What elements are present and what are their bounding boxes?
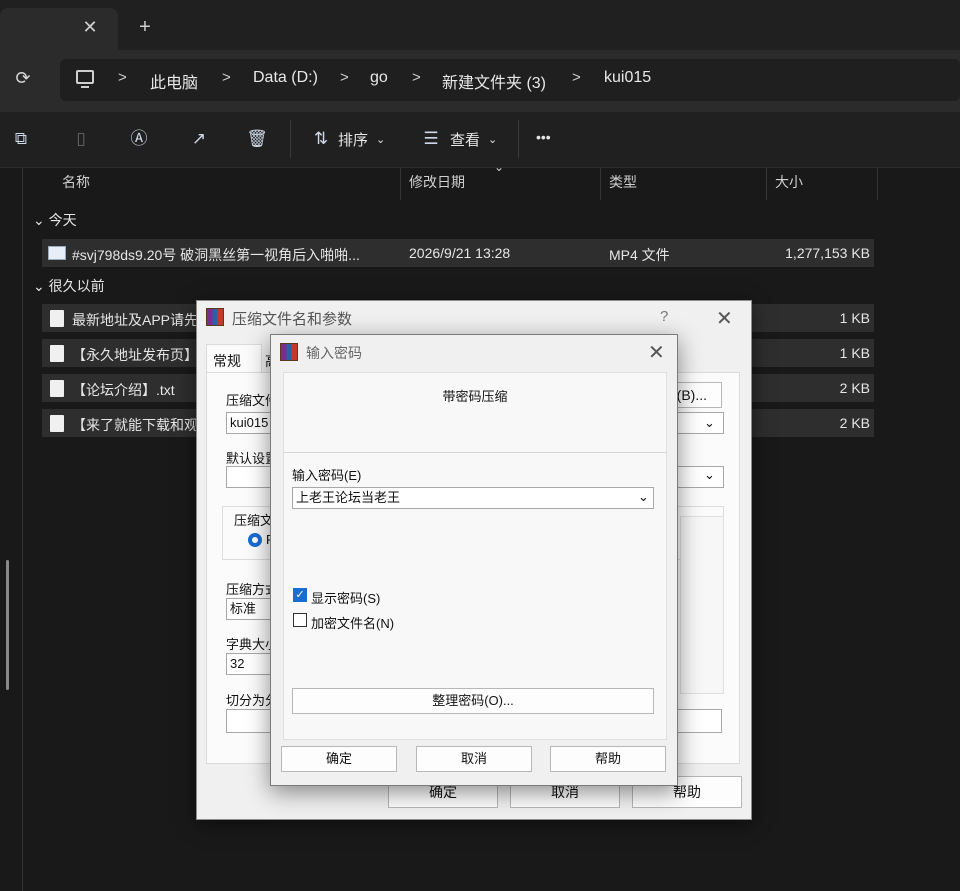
column-header-type[interactable]: 类型 (609, 172, 637, 198)
compression-method-label: 压缩方式 (226, 582, 270, 597)
breadcrumb-go[interactable]: go (370, 69, 388, 91)
show-password-label[interactable]: 显示密码(S) (311, 588, 380, 607)
column-divider[interactable] (877, 168, 878, 200)
file-size: 1 KB (839, 345, 870, 361)
breadcrumb-chevron-icon[interactable]: > (340, 69, 349, 91)
breadcrumb-chevron-icon[interactable]: > (118, 69, 127, 91)
view-chevron-down-icon[interactable]: ⌄ (488, 133, 497, 146)
archive-name-label: 压缩文件 (226, 393, 270, 408)
password-ok-button[interactable]: 确定 (281, 746, 397, 772)
text-file-icon (50, 345, 64, 362)
password-panel (283, 372, 667, 740)
view-button-label[interactable]: 查看 (450, 129, 480, 150)
password-heading: 带密码压缩 (442, 389, 508, 404)
options-group (680, 516, 724, 694)
group-header-long-ago[interactable]: ⌄ 很久以前 (33, 276, 105, 296)
file-name: 【论坛介绍】.txt (72, 382, 175, 398)
file-size: 1,277,153 KB (785, 245, 870, 261)
file-name: #svj798ds9.20号 破洞黑丝第一视角后入啪啪... (72, 247, 360, 263)
rar-format-radio[interactable] (248, 533, 262, 547)
default-settings-label: 默认设置 (226, 451, 270, 466)
file-size: 2 KB (839, 415, 870, 431)
show-password-checkbox[interactable]: ✓ (293, 588, 307, 602)
file-name: 【永久地址发布页】 (72, 347, 196, 363)
file-date: 2026/9/21 13:28 (409, 245, 511, 261)
view-icon[interactable]: ☰ (420, 128, 442, 150)
close-icon[interactable]: ✕ (648, 340, 665, 365)
breadcrumb-chevron-icon[interactable]: > (572, 69, 581, 91)
breadcrumb-chevron-icon[interactable]: > (412, 69, 421, 91)
file-type: MP4 文件 (609, 247, 670, 263)
delete-icon[interactable]: 🗑 (246, 128, 268, 150)
encrypt-filenames-label[interactable]: 加密文件名(N) (311, 613, 394, 632)
sort-button-label[interactable]: 排序 (338, 129, 368, 150)
password-cancel-button[interactable]: 取消 (416, 746, 532, 772)
breadcrumb-chevron-icon[interactable]: > (222, 69, 231, 91)
new-tab-icon[interactable]: + (134, 16, 156, 42)
organize-passwords-button[interactable]: 整理密码(O)... (292, 688, 654, 714)
column-divider[interactable] (766, 168, 767, 200)
scrollbar-thumb[interactable] (6, 560, 9, 690)
column-header-modified[interactable]: 修改日期 (409, 172, 465, 198)
password-input[interactable]: 上老王论坛当老王 (292, 487, 654, 509)
more-options-icon[interactable]: ••• (536, 129, 551, 145)
sort-indicator-icon: ⌄ (494, 160, 505, 174)
copy-icon[interactable]: ⧉ (10, 128, 32, 150)
group-label: 很久以前 (48, 278, 105, 294)
chevron-down-icon: ⌄ (33, 212, 45, 228)
column-divider[interactable] (600, 168, 601, 200)
group-header-today[interactable]: ⌄ 今天 (33, 210, 77, 230)
file-size: 1 KB (839, 310, 870, 326)
breadcrumb-drive[interactable]: Data (D:) (253, 69, 318, 91)
computer-icon-stand (81, 86, 89, 88)
password-label: 输入密码(E) (292, 468, 362, 483)
chevron-down-icon: ⌄ (33, 278, 45, 294)
dropdown-arrow-icon[interactable]: ⌄ (638, 489, 649, 505)
sort-icon[interactable]: ⇅ (310, 128, 332, 150)
column-header-size[interactable]: 大小 (775, 172, 803, 198)
text-file-icon (50, 415, 64, 432)
divider (283, 452, 667, 453)
share-icon[interactable]: ↗ (188, 128, 210, 150)
split-volume-label: 切分为分 (226, 693, 270, 708)
pane-divider (22, 168, 23, 891)
dictionary-size-label: 字典大小 (226, 637, 270, 652)
paste-icon[interactable]: ▯ (70, 128, 92, 150)
winrar-icon (280, 343, 298, 361)
winrar-icon (206, 308, 224, 326)
dropdown-arrow-icon[interactable]: ⌄ (704, 467, 715, 483)
split-unit-select[interactable] (676, 709, 722, 733)
breadcrumb-kui015[interactable]: kui015 (604, 69, 651, 91)
close-tab-icon[interactable]: ✕ (80, 17, 100, 41)
column-header-name[interactable]: 名称 (62, 172, 90, 198)
tab-general-label[interactable]: 常规 (213, 351, 241, 371)
help-icon[interactable]: ? (660, 308, 668, 325)
refresh-icon[interactable]: ⟳ (12, 68, 34, 92)
toolbar-divider (518, 120, 519, 158)
breadcrumb-this-pc[interactable]: 此电脑 (150, 69, 198, 92)
dropdown-arrow-icon[interactable]: ⌄ (704, 415, 715, 431)
close-icon[interactable]: ✕ (716, 306, 733, 331)
text-file-icon (50, 310, 64, 327)
file-size: 2 KB (839, 380, 870, 396)
column-divider[interactable] (400, 168, 401, 200)
dialog-title: 压缩文件名和参数 (232, 311, 353, 328)
password-dialog-title: 输入密码 (306, 345, 362, 361)
toolbar-divider (290, 120, 291, 158)
video-file-icon (48, 246, 66, 260)
text-file-icon (50, 380, 64, 397)
sort-chevron-down-icon[interactable]: ⌄ (376, 133, 385, 146)
file-name: 【来了就能下载和观 (72, 417, 196, 433)
encrypt-filenames-checkbox[interactable] (293, 613, 307, 627)
file-name: 最新地址及APP请先 (72, 312, 196, 328)
password-help-button[interactable]: 帮助 (550, 746, 666, 772)
format-group-label: 压缩文 (234, 513, 274, 528)
rename-icon[interactable]: Ⓐ (128, 128, 150, 150)
breadcrumb-new-folder[interactable]: 新建文件夹 (3) (442, 69, 546, 92)
computer-icon (76, 70, 94, 84)
group-label: 今天 (48, 212, 77, 228)
explorer-tab[interactable] (0, 8, 118, 50)
